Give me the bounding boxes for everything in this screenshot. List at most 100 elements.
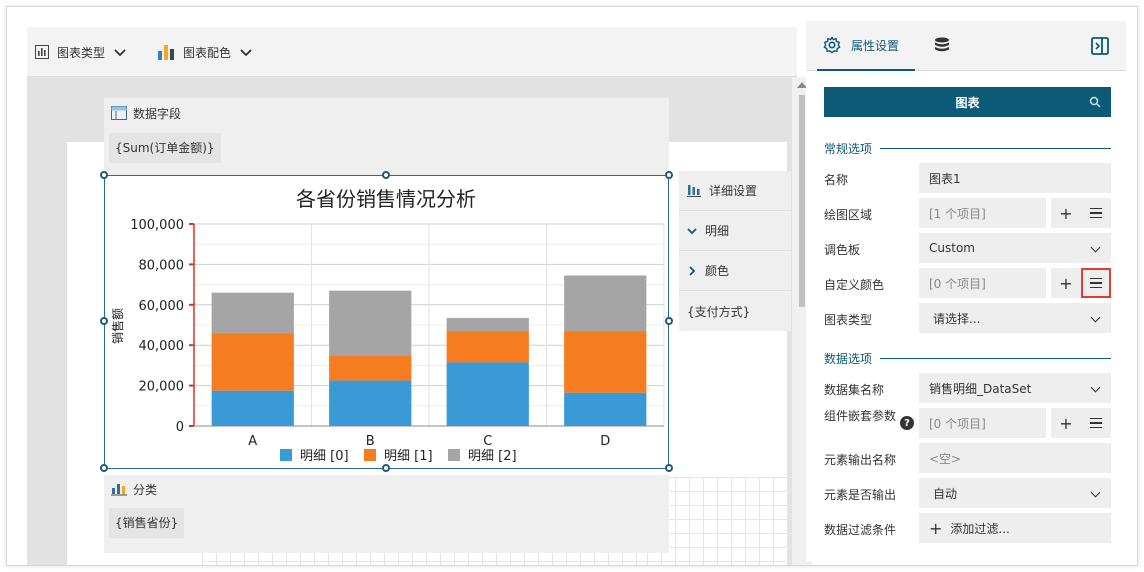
tab-datasource[interactable]	[932, 36, 952, 59]
bar-segment	[564, 392, 647, 426]
custom-color-menu-button[interactable]	[1081, 268, 1111, 298]
category-icon	[111, 484, 127, 496]
canvas-grid	[647, 477, 797, 565]
chart-type-label: 图表类型	[57, 45, 106, 60]
color-field-token[interactable]: {支付方式}	[679, 291, 791, 331]
plus-icon: +	[1059, 203, 1073, 223]
plot-area-field[interactable]: [1 个项目]	[919, 198, 1046, 228]
data-section-label: 数据选项	[824, 352, 873, 366]
detail-settings-panel: 详细设置 明细 颜色 {支付方式}	[679, 171, 791, 331]
help-icon[interactable]: ?	[900, 416, 914, 430]
output-flag-select[interactable]: 自动	[919, 478, 1111, 508]
data-section-title: 数据选项	[824, 350, 1111, 367]
legend-label: 明细 [2]	[468, 449, 517, 464]
chart-type-icon	[35, 45, 49, 59]
category-token[interactable]: {销售省份}	[109, 508, 185, 538]
bar-segment	[446, 331, 529, 363]
bar-segment	[446, 362, 529, 426]
bar-segment	[564, 331, 647, 393]
palette-select[interactable]: Custom	[919, 233, 1111, 263]
y-tick-label: 40,000	[139, 339, 185, 354]
bar-segment	[564, 275, 647, 332]
name-field[interactable]: 图表1	[919, 163, 1111, 193]
nested-param-field[interactable]: [0 个项目]	[919, 408, 1046, 438]
component-title: 图表	[955, 95, 980, 110]
bar-segment	[329, 380, 412, 426]
dataset-select[interactable]: 销售明细_DataSet	[919, 373, 1111, 403]
general-section-label: 常规选项	[824, 142, 873, 156]
category-title: 分类	[133, 482, 158, 497]
database-icon	[935, 37, 949, 52]
color-label: 颜色	[705, 264, 730, 278]
resize-handle-left[interactable]	[100, 317, 108, 325]
chevron-down-icon	[240, 49, 252, 57]
resize-handle-top-left[interactable]	[100, 171, 108, 179]
component-search-bar[interactable]: 图表	[824, 87, 1111, 117]
category-zone	[104, 475, 669, 553]
output-name-field[interactable]: <空>	[919, 443, 1111, 473]
nested-param-label: 组件嵌套参数	[824, 409, 897, 423]
add-filter-button[interactable]: + 添加过滤...	[919, 513, 1111, 543]
legend-label: 明细 [1]	[384, 449, 433, 464]
resize-handle-bottom-right[interactable]	[665, 464, 673, 472]
chart-type-prop-label: 图表类型	[824, 313, 873, 327]
collapse-panel-button[interactable]	[1091, 37, 1109, 58]
general-section-title: 常规选项	[824, 140, 1111, 157]
search-icon[interactable]	[1089, 96, 1101, 108]
chart-type-dropdown[interactable]: 图表类型	[35, 27, 127, 77]
legend-label: 明细 [0]	[300, 449, 349, 464]
bar-segment	[329, 355, 412, 381]
detail-settings-icon	[687, 184, 701, 197]
legend-swatch	[448, 449, 460, 461]
plus-icon: +	[1059, 413, 1073, 433]
stacked-bar-chart: 各省份销售情况分析 销售额 0 20,000 40,000 60,000 80,000 1…	[110, 187, 665, 464]
property-tabs: 属性设置	[806, 21, 1126, 71]
section-divider	[880, 358, 1111, 359]
custom-color-field[interactable]: [0 个项目]	[919, 268, 1046, 298]
x-tick-label: B	[366, 434, 375, 449]
detail-label: 明细	[705, 224, 730, 238]
resize-handle-top[interactable]	[382, 171, 390, 179]
palette-bars-icon	[158, 45, 174, 60]
filter-label: 数据过滤条件	[824, 523, 897, 537]
plus-icon: +	[929, 518, 943, 538]
category-header: 分类	[111, 481, 157, 497]
custom-color-label: 自定义颜色	[824, 278, 885, 292]
designer-toolbar: 图表类型 图表配色	[27, 27, 797, 77]
tab-properties-label: 属性设置	[851, 38, 900, 53]
data-field-token[interactable]: {Sum(订单金额)}	[109, 133, 221, 163]
name-label: 名称	[824, 173, 849, 187]
x-tick-label: A	[248, 434, 257, 449]
tab-properties[interactable]: 属性设置	[817, 21, 915, 71]
chart-component[interactable]: 各省份销售情况分析 销售额 0 20,000 40,000 60,000 80,000 1…	[104, 175, 669, 469]
resize-handle-bottom-left[interactable]	[100, 464, 108, 472]
plus-icon: +	[1059, 273, 1073, 293]
scrollbar-thumb[interactable]	[799, 95, 805, 307]
chart-title: 各省份销售情况分析	[296, 187, 476, 211]
plot-area-menu-button[interactable]	[1081, 198, 1111, 228]
chart-color-dropdown[interactable]: 图表配色	[157, 27, 253, 77]
bar-segment	[211, 333, 294, 391]
nested-param-menu-button[interactable]	[1081, 408, 1111, 438]
data-field-header: 数据字段	[111, 105, 181, 121]
chart-type-select[interactable]: 请选择...	[919, 303, 1111, 333]
property-panel: 属性设置 图表 常规选项 名称 图表1 绘图区域 [1 个项目] + 调色板 C…	[806, 21, 1126, 561]
data-field-title: 数据字段	[133, 106, 182, 121]
menu-icon	[1090, 208, 1102, 218]
custom-color-add-button[interactable]: +	[1051, 268, 1081, 298]
section-divider	[880, 148, 1111, 149]
x-tick-label: D	[600, 434, 610, 449]
legend-swatch	[280, 449, 292, 461]
nested-param-add-button[interactable]: +	[1051, 408, 1081, 438]
color-expander[interactable]: 颜色	[679, 251, 791, 291]
output-flag-label: 元素是否输出	[824, 488, 897, 502]
detail-settings-title: 详细设置	[709, 184, 758, 198]
resize-handle-right[interactable]	[665, 317, 673, 325]
chevron-down-icon	[687, 227, 697, 234]
y-tick-label: 20,000	[139, 380, 185, 395]
resize-handle-top-right[interactable]	[665, 171, 673, 179]
dataset-label: 数据集名称	[824, 383, 885, 397]
resize-handle-bottom[interactable]	[382, 464, 390, 472]
plot-area-add-button[interactable]: +	[1051, 198, 1081, 228]
detail-expander[interactable]: 明细	[679, 211, 791, 251]
